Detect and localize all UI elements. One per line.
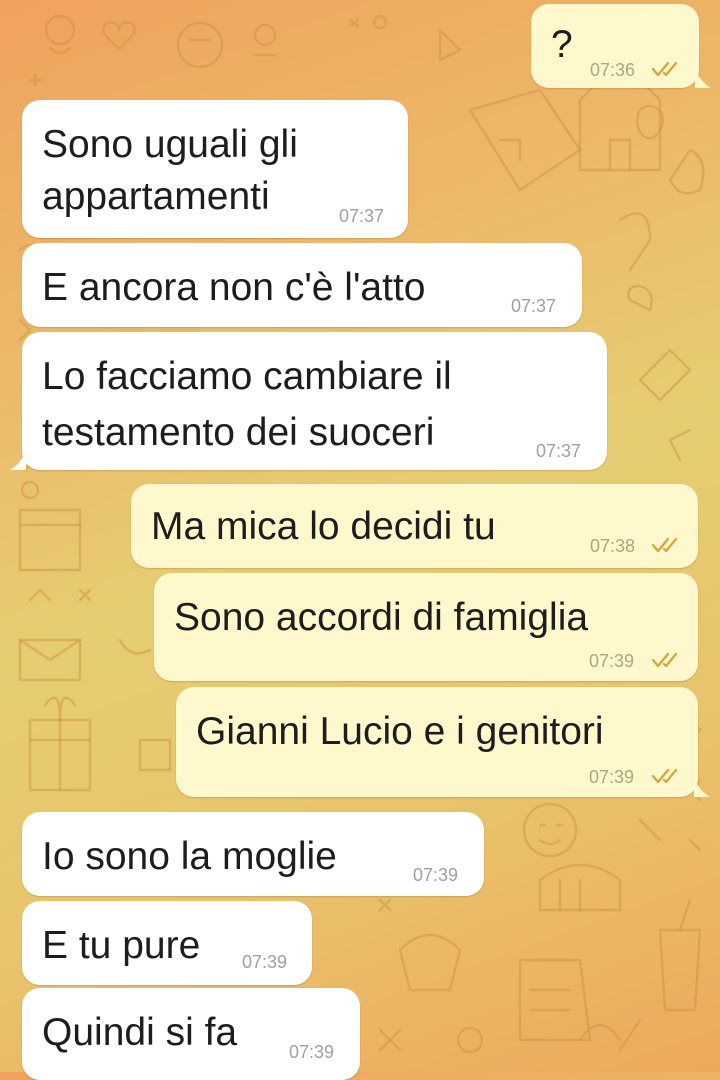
message-time: 07:37 [536, 441, 582, 461]
message-text: Gianni Lucio e i genitori [196, 710, 604, 753]
message-text: Sono accordi di famiglia [174, 596, 589, 639]
bubble-tail [695, 70, 711, 88]
message-time: 07:38 [590, 536, 636, 556]
message-text-line: Lo facciamo cambiare il [42, 355, 452, 398]
message-text: E tu pure [42, 924, 201, 967]
double-check-icon [651, 537, 678, 553]
message-time: 07:36 [590, 60, 636, 80]
message-bubble-incoming[interactable]: Lo facciamo cambiare il testamento dei s… [22, 332, 607, 470]
double-check-icon [651, 652, 678, 668]
message-text-line: testamento dei suoceri [42, 411, 435, 454]
message-text: Io sono la moglie [42, 835, 337, 878]
double-check-icon [651, 61, 678, 77]
message-text: Quindi si fa [42, 1011, 238, 1054]
double-check-icon [651, 768, 678, 784]
bubble-tail [694, 779, 710, 797]
message-bubble-incoming[interactable]: E tu pure 07:39 [22, 901, 312, 985]
message-time: 07:37 [339, 206, 385, 226]
message-time: 07:39 [242, 952, 288, 972]
message-time: 07:39 [413, 865, 459, 885]
message-text-line: Sono uguali gli [42, 123, 298, 166]
message-bubble-outgoing[interactable]: ? 07:36 [531, 4, 699, 88]
message-bubble-outgoing[interactable]: Gianni Lucio e i genitori 07:39 [176, 687, 698, 797]
message-text-line: appartamenti [42, 175, 270, 218]
bubble-tail [10, 452, 26, 470]
message-bubble-outgoing[interactable]: Ma mica lo decidi tu 07:38 [131, 484, 698, 568]
message-text: ? [551, 23, 573, 66]
message-bubble-outgoing[interactable]: Sono accordi di famiglia 07:39 [154, 573, 698, 681]
message-bubble-incoming[interactable]: E ancora non c'è l'atto 07:37 [22, 243, 582, 327]
message-text: Ma mica lo decidi tu [151, 505, 496, 548]
message-time: 07:37 [511, 296, 557, 316]
message-bubble-incoming[interactable]: Sono uguali gli appartamenti 07:37 [22, 100, 408, 238]
message-time: 07:39 [589, 767, 635, 787]
message-text: E ancora non c'è l'atto [42, 266, 426, 309]
message-time: 07:39 [589, 651, 635, 671]
message-time: 07:39 [289, 1042, 335, 1062]
message-bubble-incoming[interactable]: Quindi si fa 07:39 [22, 988, 360, 1080]
message-bubble-incoming[interactable]: Io sono la moglie 07:39 [22, 812, 484, 896]
